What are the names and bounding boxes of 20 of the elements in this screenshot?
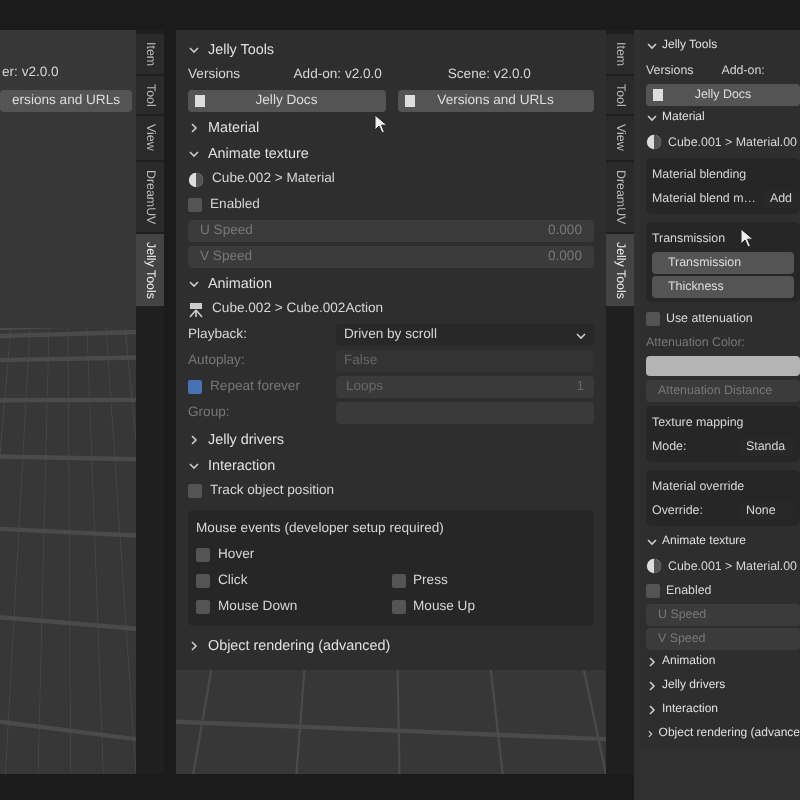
- color-field[interactable]: [646, 356, 800, 376]
- mouse-pointer-icon: [740, 228, 756, 248]
- document-icon: [403, 94, 415, 108]
- caret-icon: [576, 331, 586, 339]
- checkbox[interactable]: [196, 574, 210, 588]
- checkbox[interactable]: [646, 583, 660, 597]
- action-icon: [188, 301, 204, 317]
- mouse-pointer-icon: [374, 114, 390, 134]
- document-icon: [194, 94, 206, 108]
- checkbox[interactable]: [391, 574, 405, 588]
- material-sphere-icon: [188, 171, 204, 187]
- checkbox[interactable]: [188, 484, 202, 498]
- material-sphere-icon: [646, 134, 662, 150]
- checkbox[interactable]: [188, 198, 202, 212]
- checkbox[interactable]: [646, 311, 660, 325]
- checkbox[interactable]: [196, 600, 210, 614]
- material-sphere-icon: [646, 558, 662, 574]
- checkbox[interactable]: [196, 548, 210, 562]
- checkbox[interactable]: [391, 600, 405, 614]
- document-icon: [652, 87, 664, 101]
